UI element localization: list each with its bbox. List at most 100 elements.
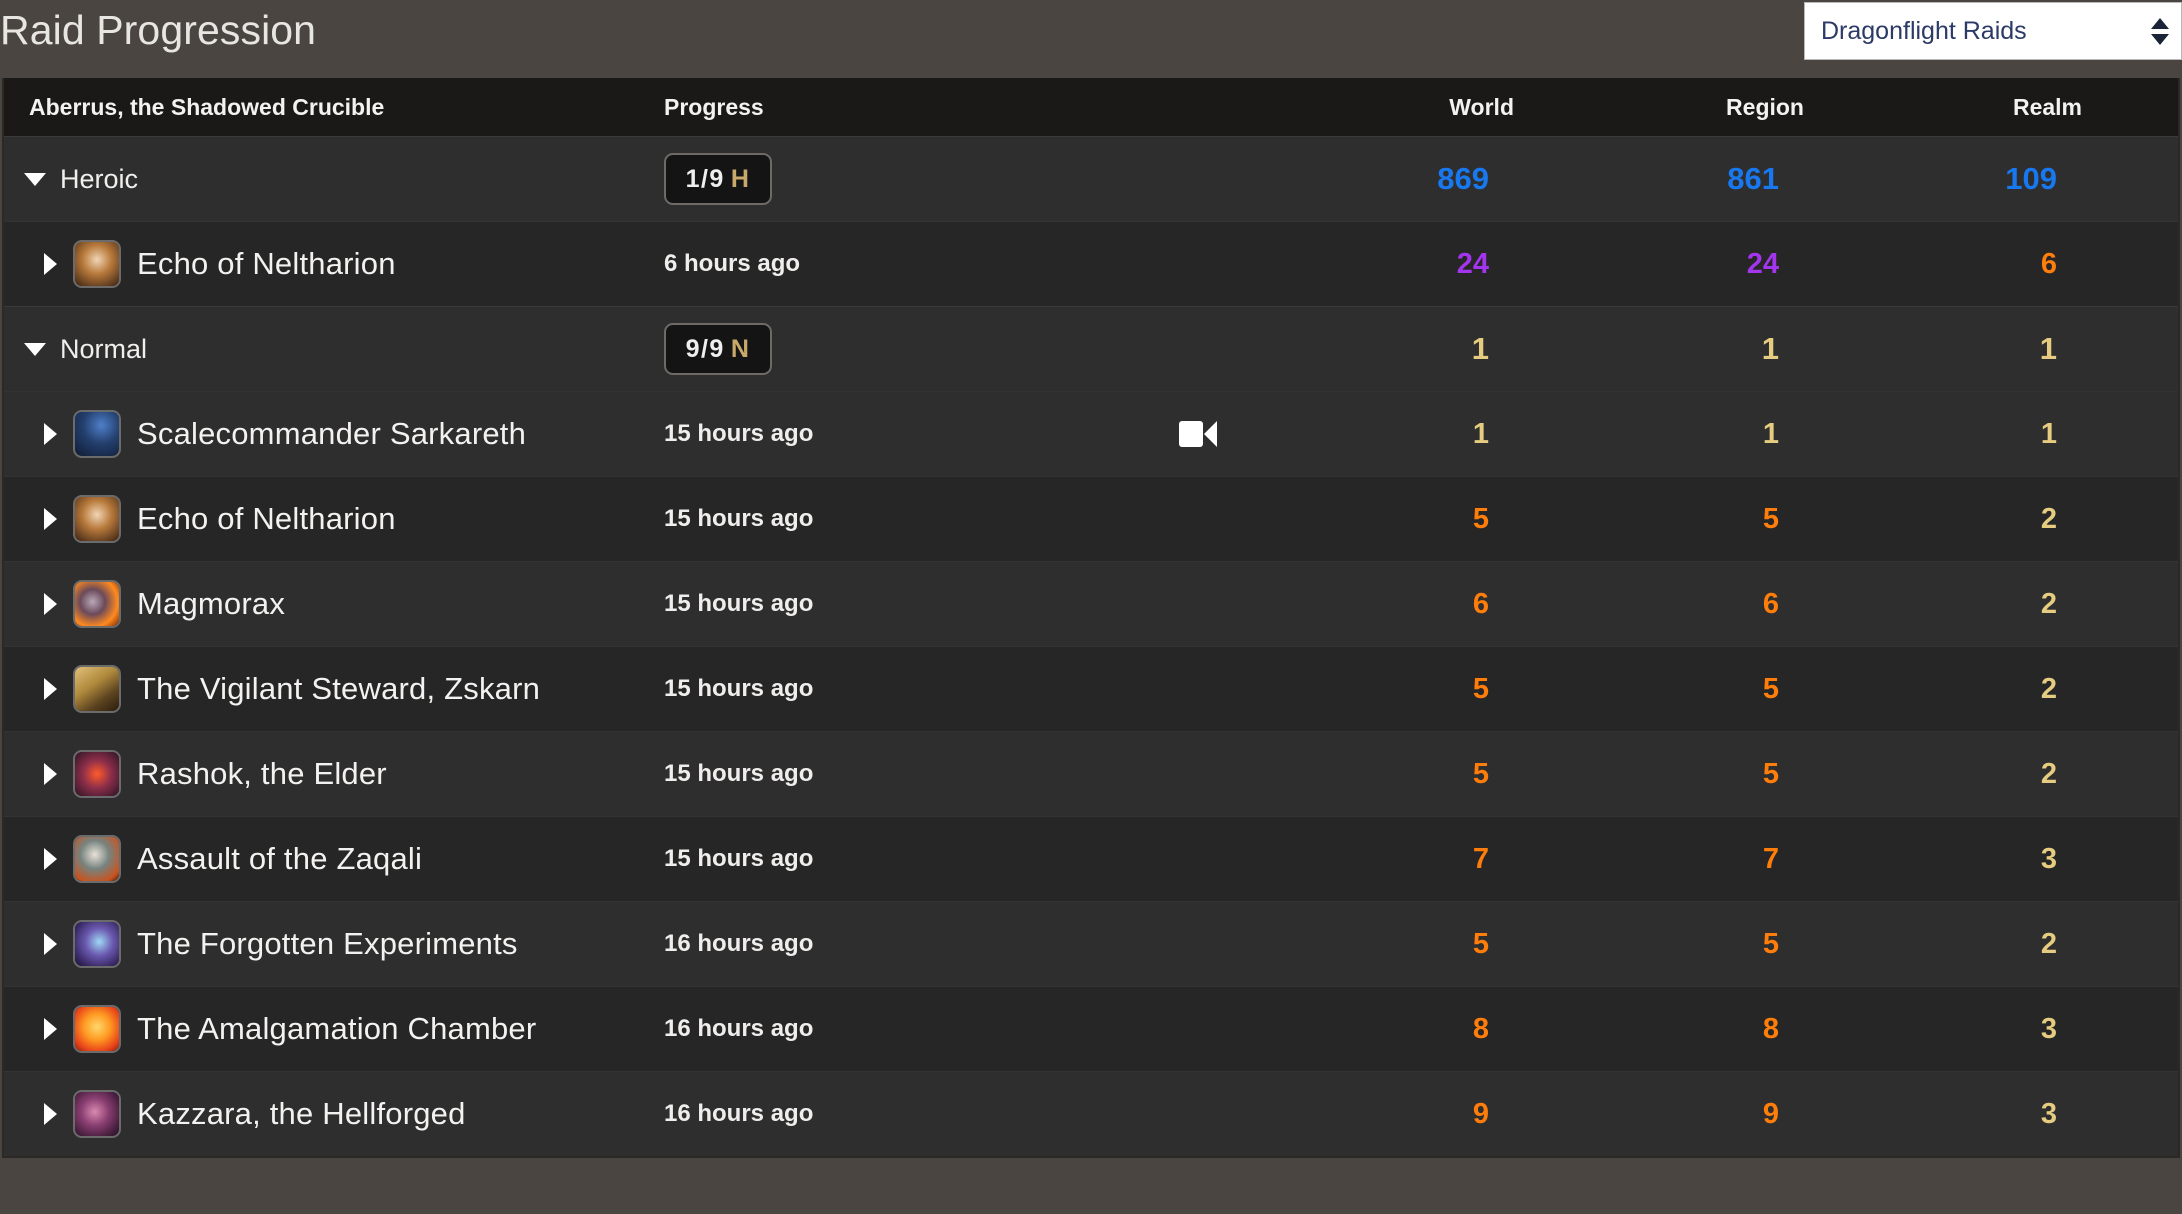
world-rank-cell: 7 bbox=[1224, 843, 1514, 876]
region-rank: 5 bbox=[1514, 758, 1804, 791]
boss-row[interactable]: Kazzara, the Hellforged16 hours ago993 bbox=[4, 1071, 2178, 1156]
world-rank: 7 bbox=[1224, 843, 1514, 876]
kill-time-cell: 15 hours ago bbox=[664, 732, 1224, 816]
boss-label: Echo of Neltharion bbox=[137, 246, 396, 282]
kill-time-cell: 16 hours ago bbox=[664, 987, 1224, 1071]
world-rank-cell: 8 bbox=[1224, 1013, 1514, 1046]
triangle-right-icon[interactable] bbox=[44, 933, 57, 955]
triangle-right-icon[interactable] bbox=[44, 1018, 57, 1040]
realm-rank-cell: 2 bbox=[1804, 928, 2082, 961]
boss-name-cell[interactable]: Kazzara, the Hellforged bbox=[4, 1072, 664, 1156]
boss-portrait-forgotten-experiments bbox=[73, 920, 121, 968]
realm-rank-cell: 2 bbox=[1804, 673, 2082, 706]
boss-name-cell[interactable]: The Vigilant Steward, Zskarn bbox=[4, 647, 664, 731]
boss-label: The Vigilant Steward, Zskarn bbox=[137, 671, 540, 707]
difficulty-row[interactable]: Normal9/9N111 bbox=[4, 306, 2178, 391]
kill-time-cell: 15 hours ago bbox=[664, 392, 1224, 476]
realm-rank: 2 bbox=[1804, 588, 2082, 621]
triangle-right-icon[interactable] bbox=[44, 593, 57, 615]
difficulty-name-cell[interactable]: Normal bbox=[4, 307, 664, 391]
world-rank-cell: 24 bbox=[1224, 248, 1514, 281]
realm-rank: 6 bbox=[1804, 248, 2082, 281]
difficulty-name-cell[interactable]: Heroic bbox=[4, 137, 664, 221]
boss-label: Magmorax bbox=[137, 586, 285, 622]
boss-row[interactable]: Scalecommander Sarkareth15 hours ago111 bbox=[4, 391, 2178, 476]
world-rank: 6 bbox=[1224, 588, 1514, 621]
realm-rank-cell: 1 bbox=[1804, 418, 2082, 451]
triangle-right-icon[interactable] bbox=[44, 508, 57, 530]
region-rank: 1 bbox=[1514, 418, 1804, 451]
realm-rank: 3 bbox=[1804, 843, 2082, 876]
video-camera-icon[interactable] bbox=[1179, 421, 1217, 447]
realm-rank-cell: 109 bbox=[1804, 161, 2082, 197]
world-rank: 8 bbox=[1224, 1013, 1514, 1046]
video-icon-body bbox=[1179, 421, 1203, 447]
boss-row[interactable]: Magmorax15 hours ago662 bbox=[4, 561, 2178, 646]
boss-row[interactable]: Rashok, the Elder15 hours ago552 bbox=[4, 731, 2178, 816]
triangle-down-icon bbox=[2151, 34, 2169, 45]
boss-name-cell[interactable]: Scalecommander Sarkareth bbox=[4, 392, 664, 476]
boss-row[interactable]: The Forgotten Experiments16 hours ago552 bbox=[4, 901, 2178, 986]
triangle-down-icon[interactable] bbox=[24, 173, 46, 186]
boss-name-cell[interactable]: Echo of Neltharion bbox=[4, 222, 664, 306]
world-rank: 24 bbox=[1224, 248, 1514, 281]
triangle-right-icon[interactable] bbox=[44, 423, 57, 445]
difficulty-row[interactable]: Heroic1/9H869861109 bbox=[4, 136, 2178, 221]
boss-name-cell[interactable]: Rashok, the Elder bbox=[4, 732, 664, 816]
region-rank-cell: 5 bbox=[1514, 673, 1804, 706]
progress-count: 1/9 bbox=[686, 165, 725, 194]
region-rank: 24 bbox=[1514, 248, 1804, 281]
progress-cell: 1/9H bbox=[664, 137, 1224, 221]
progress-difficulty-letter: N bbox=[731, 335, 751, 364]
boss-portrait-magmorax bbox=[73, 580, 121, 628]
kill-time-cell: 16 hours ago bbox=[664, 902, 1224, 986]
world-rank-cell: 869 bbox=[1224, 161, 1514, 197]
difficulty-label: Heroic bbox=[60, 164, 138, 195]
progress-difficulty-letter: H bbox=[731, 165, 751, 194]
column-header-raid-name: Aberrus, the Shadowed Crucible bbox=[4, 94, 689, 121]
world-rank: 5 bbox=[1224, 673, 1514, 706]
boss-name-cell[interactable]: Magmorax bbox=[4, 562, 664, 646]
realm-rank-cell: 6 bbox=[1804, 248, 2082, 281]
boss-label: Echo of Neltharion bbox=[137, 501, 396, 537]
boss-row[interactable]: The Vigilant Steward, Zskarn15 hours ago… bbox=[4, 646, 2178, 731]
world-rank: 869 bbox=[1224, 161, 1514, 197]
boss-row[interactable]: Assault of the Zaqali15 hours ago773 bbox=[4, 816, 2178, 901]
kill-timestamp: 16 hours ago bbox=[664, 930, 813, 958]
triangle-right-icon[interactable] bbox=[44, 1103, 57, 1125]
boss-name-cell[interactable]: Echo of Neltharion bbox=[4, 477, 664, 561]
raid-select-stepper[interactable] bbox=[2139, 3, 2181, 59]
realm-rank: 1 bbox=[1804, 418, 2082, 451]
triangle-right-icon[interactable] bbox=[44, 763, 57, 785]
triangle-right-icon[interactable] bbox=[44, 848, 57, 870]
triangle-right-icon[interactable] bbox=[44, 253, 57, 275]
region-rank-cell: 9 bbox=[1514, 1098, 1804, 1131]
boss-name-cell[interactable]: The Amalgamation Chamber bbox=[4, 987, 664, 1071]
region-rank-cell: 1 bbox=[1514, 418, 1804, 451]
boss-row[interactable]: Echo of Neltharion6 hours ago24246 bbox=[4, 221, 2178, 306]
triangle-down-icon[interactable] bbox=[24, 343, 46, 356]
region-rank-cell: 8 bbox=[1514, 1013, 1804, 1046]
region-rank-cell: 1 bbox=[1514, 331, 1804, 367]
realm-rank-cell: 3 bbox=[1804, 1098, 2082, 1131]
column-header-progress: Progress bbox=[664, 94, 1224, 121]
boss-name-cell[interactable]: Assault of the Zaqali bbox=[4, 817, 664, 901]
boss-name-cell[interactable]: The Forgotten Experiments bbox=[4, 902, 664, 986]
raid-select[interactable]: Dragonflight Raids bbox=[1804, 2, 2182, 60]
progress-count: 9/9 bbox=[686, 335, 725, 364]
boss-row[interactable]: Echo of Neltharion15 hours ago552 bbox=[4, 476, 2178, 561]
triangle-right-icon[interactable] bbox=[44, 678, 57, 700]
boss-row[interactable]: The Amalgamation Chamber16 hours ago883 bbox=[4, 986, 2178, 1071]
column-header-region: Region bbox=[1514, 94, 1829, 121]
world-rank: 5 bbox=[1224, 928, 1514, 961]
boss-portrait-sarkareth bbox=[73, 410, 121, 458]
boss-portrait-kazzara bbox=[73, 1090, 121, 1138]
region-rank-cell: 24 bbox=[1514, 248, 1804, 281]
difficulty-label: Normal bbox=[60, 334, 147, 365]
page-title: Raid Progression bbox=[0, 2, 316, 58]
kill-time-cell: 16 hours ago bbox=[664, 1072, 1224, 1156]
world-rank-cell: 9 bbox=[1224, 1098, 1514, 1131]
boss-portrait-amalgamation-chamber bbox=[73, 1005, 121, 1053]
kill-timestamp: 15 hours ago bbox=[664, 420, 813, 448]
boss-label: Assault of the Zaqali bbox=[137, 841, 422, 877]
